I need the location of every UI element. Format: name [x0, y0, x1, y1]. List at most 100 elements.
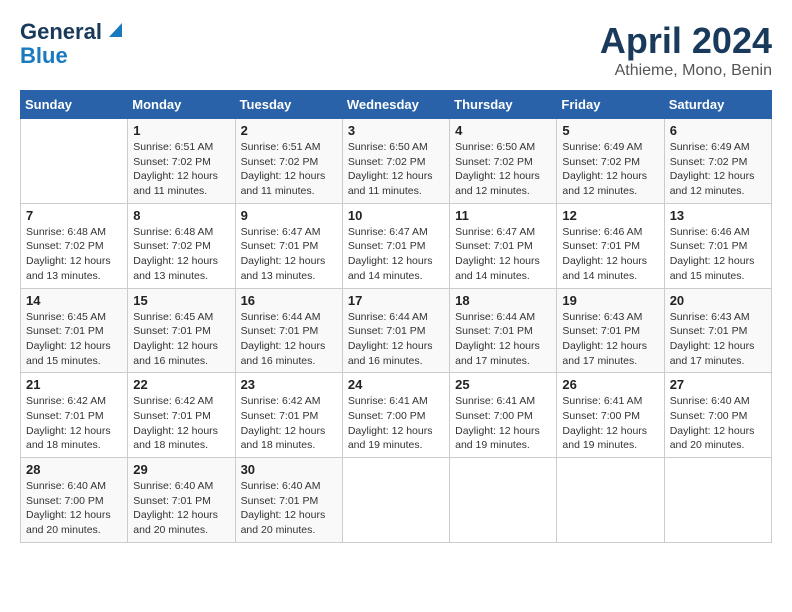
calendar-cell: 13 Sunrise: 6:46 AMSunset: 7:01 PMDaylig…: [664, 203, 771, 288]
day-number: 6: [670, 123, 766, 138]
day-info: Sunrise: 6:43 AMSunset: 7:01 PMDaylight:…: [562, 310, 658, 369]
day-info: Sunrise: 6:44 AMSunset: 7:01 PMDaylight:…: [348, 310, 444, 369]
calendar-header-tuesday: Tuesday: [235, 91, 342, 119]
day-number: 4: [455, 123, 551, 138]
day-number: 27: [670, 377, 766, 392]
day-info: Sunrise: 6:49 AMSunset: 7:02 PMDaylight:…: [670, 140, 766, 199]
day-info: Sunrise: 6:42 AMSunset: 7:01 PMDaylight:…: [133, 394, 229, 453]
day-info: Sunrise: 6:40 AMSunset: 7:01 PMDaylight:…: [133, 479, 229, 538]
calendar-cell: 15 Sunrise: 6:45 AMSunset: 7:01 PMDaylig…: [128, 288, 235, 373]
day-number: 23: [241, 377, 337, 392]
day-info: Sunrise: 6:45 AMSunset: 7:01 PMDaylight:…: [26, 310, 122, 369]
day-number: 29: [133, 462, 229, 477]
calendar-cell: 4 Sunrise: 6:50 AMSunset: 7:02 PMDayligh…: [450, 119, 557, 204]
day-info: Sunrise: 6:46 AMSunset: 7:01 PMDaylight:…: [562, 225, 658, 284]
day-number: 25: [455, 377, 551, 392]
calendar-cell: 26 Sunrise: 6:41 AMSunset: 7:00 PMDaylig…: [557, 373, 664, 458]
day-number: 30: [241, 462, 337, 477]
day-number: 18: [455, 293, 551, 308]
day-info: Sunrise: 6:46 AMSunset: 7:01 PMDaylight:…: [670, 225, 766, 284]
calendar-header-thursday: Thursday: [450, 91, 557, 119]
calendar-cell: [342, 458, 449, 543]
calendar-cell: [664, 458, 771, 543]
day-info: Sunrise: 6:48 AMSunset: 7:02 PMDaylight:…: [26, 225, 122, 284]
day-number: 16: [241, 293, 337, 308]
day-number: 19: [562, 293, 658, 308]
calendar-cell: 12 Sunrise: 6:46 AMSunset: 7:01 PMDaylig…: [557, 203, 664, 288]
day-info: Sunrise: 6:48 AMSunset: 7:02 PMDaylight:…: [133, 225, 229, 284]
calendar-cell: 29 Sunrise: 6:40 AMSunset: 7:01 PMDaylig…: [128, 458, 235, 543]
day-info: Sunrise: 6:51 AMSunset: 7:02 PMDaylight:…: [133, 140, 229, 199]
calendar-header-monday: Monday: [128, 91, 235, 119]
day-info: Sunrise: 6:47 AMSunset: 7:01 PMDaylight:…: [455, 225, 551, 284]
page-header: General Blue April 2024 Athieme, Mono, B…: [20, 20, 772, 80]
day-number: 5: [562, 123, 658, 138]
calendar-header-sunday: Sunday: [21, 91, 128, 119]
calendar-week-row: 7 Sunrise: 6:48 AMSunset: 7:02 PMDayligh…: [21, 203, 772, 288]
day-info: Sunrise: 6:40 AMSunset: 7:00 PMDaylight:…: [26, 479, 122, 538]
day-number: 20: [670, 293, 766, 308]
calendar-cell: 6 Sunrise: 6:49 AMSunset: 7:02 PMDayligh…: [664, 119, 771, 204]
calendar-cell: [557, 458, 664, 543]
logo-text-general: General: [20, 20, 102, 44]
day-number: 2: [241, 123, 337, 138]
day-number: 3: [348, 123, 444, 138]
calendar-header-wednesday: Wednesday: [342, 91, 449, 119]
day-number: 21: [26, 377, 122, 392]
calendar-cell: 3 Sunrise: 6:50 AMSunset: 7:02 PMDayligh…: [342, 119, 449, 204]
day-number: 1: [133, 123, 229, 138]
day-number: 22: [133, 377, 229, 392]
day-number: 11: [455, 208, 551, 223]
day-info: Sunrise: 6:44 AMSunset: 7:01 PMDaylight:…: [241, 310, 337, 369]
day-number: 8: [133, 208, 229, 223]
day-number: 7: [26, 208, 122, 223]
day-info: Sunrise: 6:41 AMSunset: 7:00 PMDaylight:…: [455, 394, 551, 453]
calendar-cell: 11 Sunrise: 6:47 AMSunset: 7:01 PMDaylig…: [450, 203, 557, 288]
calendar-cell: 22 Sunrise: 6:42 AMSunset: 7:01 PMDaylig…: [128, 373, 235, 458]
calendar-cell: 10 Sunrise: 6:47 AMSunset: 7:01 PMDaylig…: [342, 203, 449, 288]
day-info: Sunrise: 6:40 AMSunset: 7:01 PMDaylight:…: [241, 479, 337, 538]
day-info: Sunrise: 6:43 AMSunset: 7:01 PMDaylight:…: [670, 310, 766, 369]
day-info: Sunrise: 6:50 AMSunset: 7:02 PMDaylight:…: [455, 140, 551, 199]
calendar-cell: 27 Sunrise: 6:40 AMSunset: 7:00 PMDaylig…: [664, 373, 771, 458]
logo: General Blue: [20, 20, 122, 68]
logo-text-blue: Blue: [20, 44, 68, 68]
calendar-cell: 17 Sunrise: 6:44 AMSunset: 7:01 PMDaylig…: [342, 288, 449, 373]
day-number: 13: [670, 208, 766, 223]
month-title: April 2024: [600, 20, 772, 62]
location-title: Athieme, Mono, Benin: [600, 62, 772, 80]
calendar-cell: 19 Sunrise: 6:43 AMSunset: 7:01 PMDaylig…: [557, 288, 664, 373]
calendar-week-row: 1 Sunrise: 6:51 AMSunset: 7:02 PMDayligh…: [21, 119, 772, 204]
day-number: 12: [562, 208, 658, 223]
day-number: 10: [348, 208, 444, 223]
calendar-cell: 14 Sunrise: 6:45 AMSunset: 7:01 PMDaylig…: [21, 288, 128, 373]
day-number: 28: [26, 462, 122, 477]
day-number: 24: [348, 377, 444, 392]
calendar-cell: [21, 119, 128, 204]
calendar-cell: 5 Sunrise: 6:49 AMSunset: 7:02 PMDayligh…: [557, 119, 664, 204]
calendar-cell: 16 Sunrise: 6:44 AMSunset: 7:01 PMDaylig…: [235, 288, 342, 373]
day-info: Sunrise: 6:49 AMSunset: 7:02 PMDaylight:…: [562, 140, 658, 199]
calendar-cell: 9 Sunrise: 6:47 AMSunset: 7:01 PMDayligh…: [235, 203, 342, 288]
calendar-week-row: 21 Sunrise: 6:42 AMSunset: 7:01 PMDaylig…: [21, 373, 772, 458]
title-area: April 2024 Athieme, Mono, Benin: [600, 20, 772, 80]
day-info: Sunrise: 6:47 AMSunset: 7:01 PMDaylight:…: [241, 225, 337, 284]
day-info: Sunrise: 6:50 AMSunset: 7:02 PMDaylight:…: [348, 140, 444, 199]
calendar-week-row: 28 Sunrise: 6:40 AMSunset: 7:00 PMDaylig…: [21, 458, 772, 543]
calendar-cell: 23 Sunrise: 6:42 AMSunset: 7:01 PMDaylig…: [235, 373, 342, 458]
day-info: Sunrise: 6:42 AMSunset: 7:01 PMDaylight:…: [26, 394, 122, 453]
calendar-cell: 25 Sunrise: 6:41 AMSunset: 7:00 PMDaylig…: [450, 373, 557, 458]
day-info: Sunrise: 6:51 AMSunset: 7:02 PMDaylight:…: [241, 140, 337, 199]
day-info: Sunrise: 6:42 AMSunset: 7:01 PMDaylight:…: [241, 394, 337, 453]
calendar-cell: 30 Sunrise: 6:40 AMSunset: 7:01 PMDaylig…: [235, 458, 342, 543]
calendar-cell: 7 Sunrise: 6:48 AMSunset: 7:02 PMDayligh…: [21, 203, 128, 288]
day-number: 17: [348, 293, 444, 308]
calendar-header-friday: Friday: [557, 91, 664, 119]
calendar-cell: 24 Sunrise: 6:41 AMSunset: 7:00 PMDaylig…: [342, 373, 449, 458]
calendar-header-saturday: Saturday: [664, 91, 771, 119]
day-number: 14: [26, 293, 122, 308]
calendar-table: SundayMondayTuesdayWednesdayThursdayFrid…: [20, 90, 772, 543]
day-number: 26: [562, 377, 658, 392]
calendar-cell: 1 Sunrise: 6:51 AMSunset: 7:02 PMDayligh…: [128, 119, 235, 204]
calendar-cell: 2 Sunrise: 6:51 AMSunset: 7:02 PMDayligh…: [235, 119, 342, 204]
